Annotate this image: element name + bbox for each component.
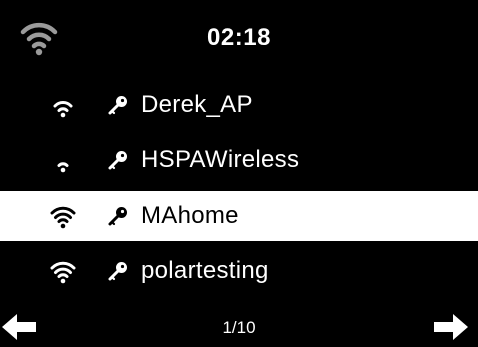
key-lock-icon	[108, 151, 127, 170]
clock-time: 02:18	[207, 24, 271, 51]
wifi-signal-3-bars-icon	[53, 101, 73, 118]
network-ssid-label: Derek_AP	[141, 91, 253, 118]
network-ssid-label: HSPAWireless	[141, 146, 300, 173]
key-lock-icon	[108, 262, 127, 281]
key-lock-icon	[108, 96, 127, 115]
network-list-item-selected[interactable]: MAhome	[0, 191, 478, 241]
key-lock-icon	[108, 207, 127, 226]
pagination-footer: 1/10	[0, 308, 478, 347]
wifi-signal-4-bars-icon	[50, 261, 76, 284]
wifi-signal-2-bars-icon	[57, 162, 69, 173]
network-list-item[interactable]: Derek_AP	[0, 80, 478, 130]
network-ssid-label: polartesting	[141, 257, 269, 284]
wifi-network-list-screen: 02:18 Derek_AP HSPAWireless MAhome polar…	[0, 0, 478, 347]
network-list-item[interactable]: polartesting	[0, 246, 478, 296]
page-indicator: 1/10	[222, 318, 256, 337]
network-list-item[interactable]: HSPAWireless	[0, 135, 478, 185]
wifi-signal-4-bars-icon	[50, 206, 76, 229]
network-ssid-label: MAhome	[141, 202, 239, 229]
arrow-right-icon[interactable]	[432, 312, 470, 342]
